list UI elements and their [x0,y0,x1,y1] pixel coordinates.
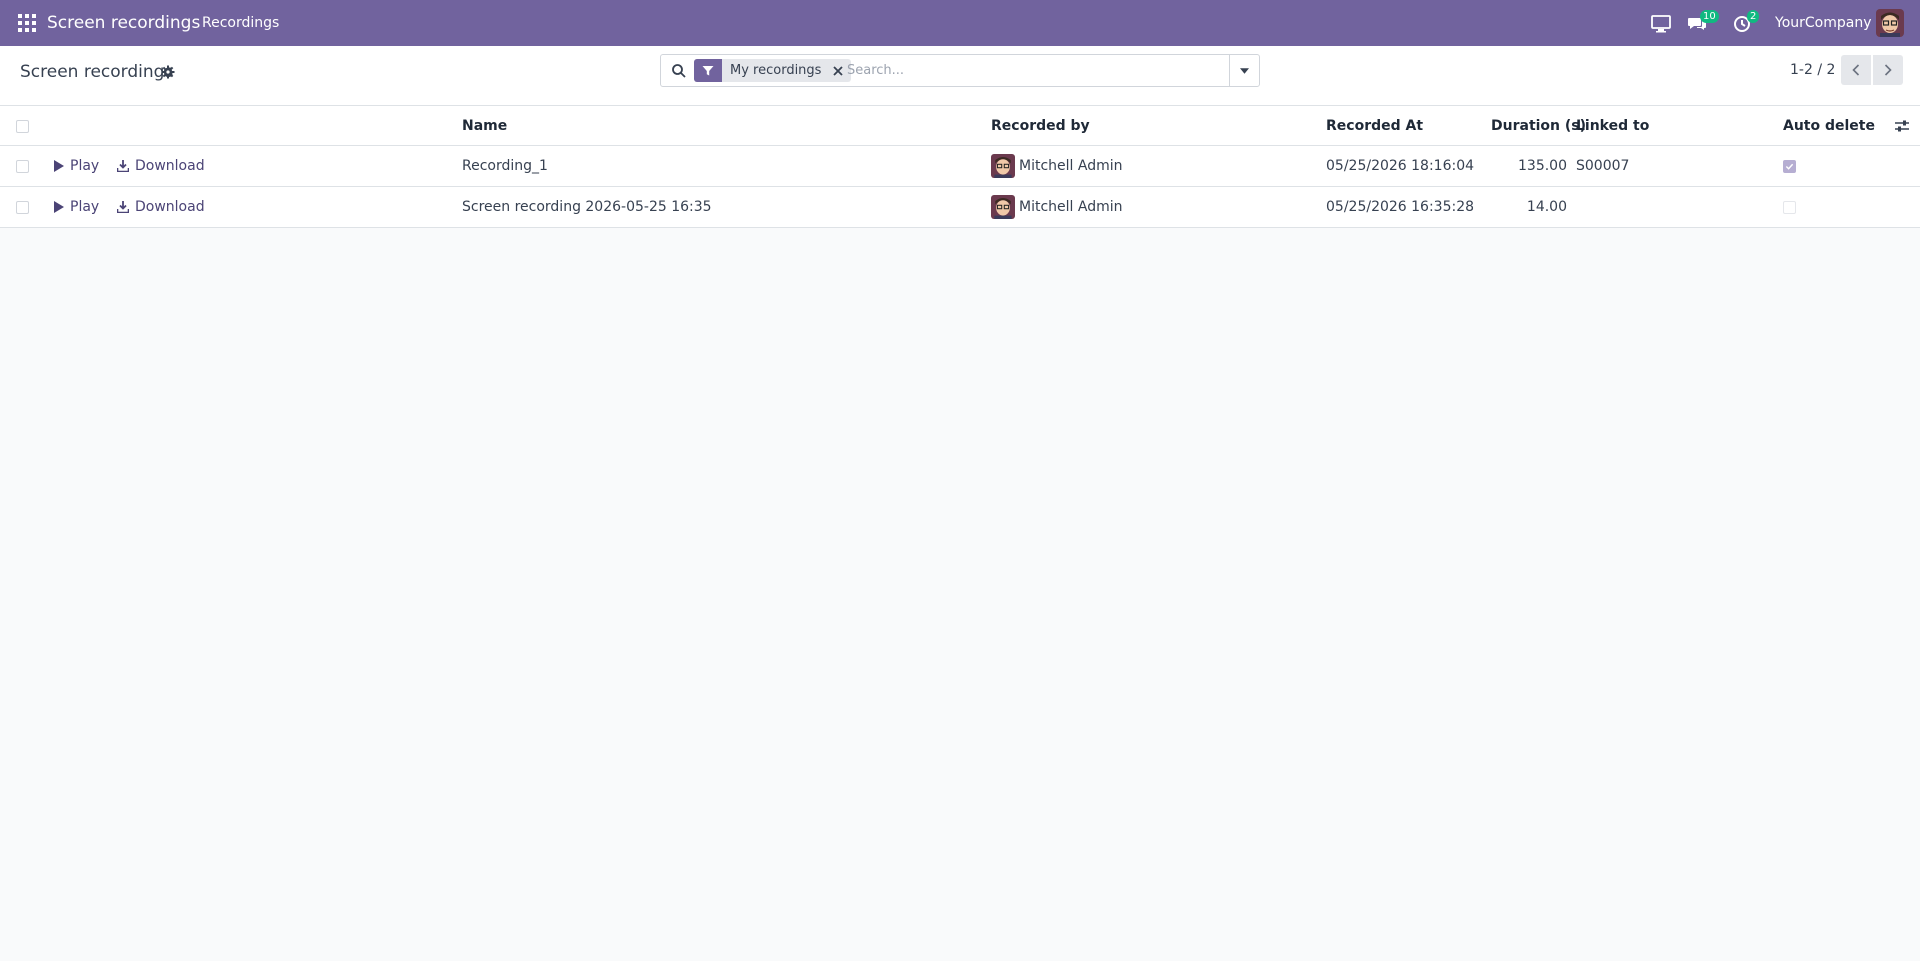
cell-name[interactable]: Screen recording 2026-05-25 16:35 [462,187,712,227]
user-avatar[interactable] [1876,9,1904,37]
caret-down-icon [1240,67,1249,74]
table-row[interactable]: Play Download Screen recording 2026-05-2… [0,187,1920,228]
page-title: Screen recordings [20,62,174,82]
column-header-duration[interactable]: Duration (s) [1491,106,1586,145]
monitor-icon [1651,15,1671,33]
activities-count-badge: 2 [1747,10,1760,23]
cell-recorded-at[interactable]: 05/25/2026 18:16:04 [1326,146,1474,186]
check-icon [1785,163,1794,170]
row-checkbox[interactable] [16,201,29,214]
play-button-label: Play [70,199,100,215]
play-button[interactable]: Play [54,158,99,174]
play-icon [54,201,64,213]
cell-auto-delete[interactable] [1783,146,1796,186]
column-header-linked-to[interactable]: Linked to [1576,106,1649,145]
user-avatar-icon [991,195,1015,219]
optional-columns-toggle-icon[interactable] [1894,118,1910,134]
download-icon [117,201,129,213]
cell-auto-delete[interactable] [1783,187,1796,227]
play-button[interactable]: Play [54,199,99,215]
table-row[interactable]: Play Download Recording_1 Mitchell Admin… [0,146,1920,187]
cell-duration[interactable]: 135.00 [1491,146,1567,186]
play-icon [54,160,64,172]
cell-recorded-by[interactable]: Mitchell Admin [991,146,1123,186]
search-input[interactable] [847,59,1217,82]
top-navbar: Screen recordings Recordings 10 2 YourCo… [0,0,1920,46]
cell-name[interactable]: Recording_1 [462,146,548,186]
facet-remove-icon[interactable] [829,59,847,82]
avatar-icon [1876,9,1904,37]
gear-icon[interactable] [161,65,175,79]
search-facet-label: My recordings [730,63,822,78]
chevron-right-icon [1884,64,1892,76]
apps-menu-icon[interactable] [18,14,36,32]
search-options-toggle[interactable] [1229,55,1259,86]
recorded-by-name: Mitchell Admin [1019,199,1123,215]
cell-linked-to[interactable]: S00007 [1576,146,1629,186]
column-header-recorded-by[interactable]: Recorded by [991,106,1090,145]
download-button[interactable]: Download [117,199,205,215]
search-icon[interactable] [671,63,687,79]
column-header-name[interactable]: Name [462,106,507,145]
auto-delete-checkbox-unchecked[interactable] [1783,200,1796,214]
screen-recording-systray-icon[interactable] [1649,12,1673,34]
download-icon [117,160,129,172]
select-all-checkbox[interactable] [16,120,29,133]
pager-next-button[interactable] [1873,55,1903,85]
download-button[interactable]: Download [117,158,205,174]
cell-duration[interactable]: 14.00 [1491,187,1567,227]
user-avatar-icon [991,154,1015,178]
control-panel: Screen recordings My recordings Search..… [0,46,1920,106]
messages-count-badge: 10 [1700,10,1719,23]
auto-delete-checkbox-checked[interactable] [1783,159,1796,173]
play-button-label: Play [70,158,100,174]
row-checkbox[interactable] [16,160,29,173]
search-bar: My recordings [660,54,1260,87]
table-header-row: Name Recorded by Recorded At Duration (s… [0,106,1920,146]
messages-systray[interactable]: 10 [1686,10,1719,34]
company-switcher[interactable]: YourCompany [1775,0,1872,46]
filter-icon [694,59,722,82]
activities-systray[interactable]: 2 [1731,10,1760,34]
download-button-label: Download [135,199,205,215]
download-button-label: Download [135,158,205,174]
cell-recorded-at[interactable]: 05/25/2026 16:35:28 [1326,187,1474,227]
cell-recorded-by[interactable]: Mitchell Admin [991,187,1123,227]
column-header-auto-delete[interactable]: Auto delete [1783,106,1875,145]
pager-value[interactable]: 1-2 / 2 [1790,46,1835,94]
pager-previous-button[interactable] [1841,55,1871,85]
chevron-left-icon [1852,64,1860,76]
recorded-by-name: Mitchell Admin [1019,158,1123,174]
search-facet: My recordings [694,59,852,82]
menu-recordings[interactable]: Recordings [192,0,289,46]
column-header-recorded-at[interactable]: Recorded At [1326,106,1423,145]
app-brand[interactable]: Screen recordings [47,0,200,46]
recordings-list: Name Recorded by Recorded At Duration (s… [0,106,1920,228]
